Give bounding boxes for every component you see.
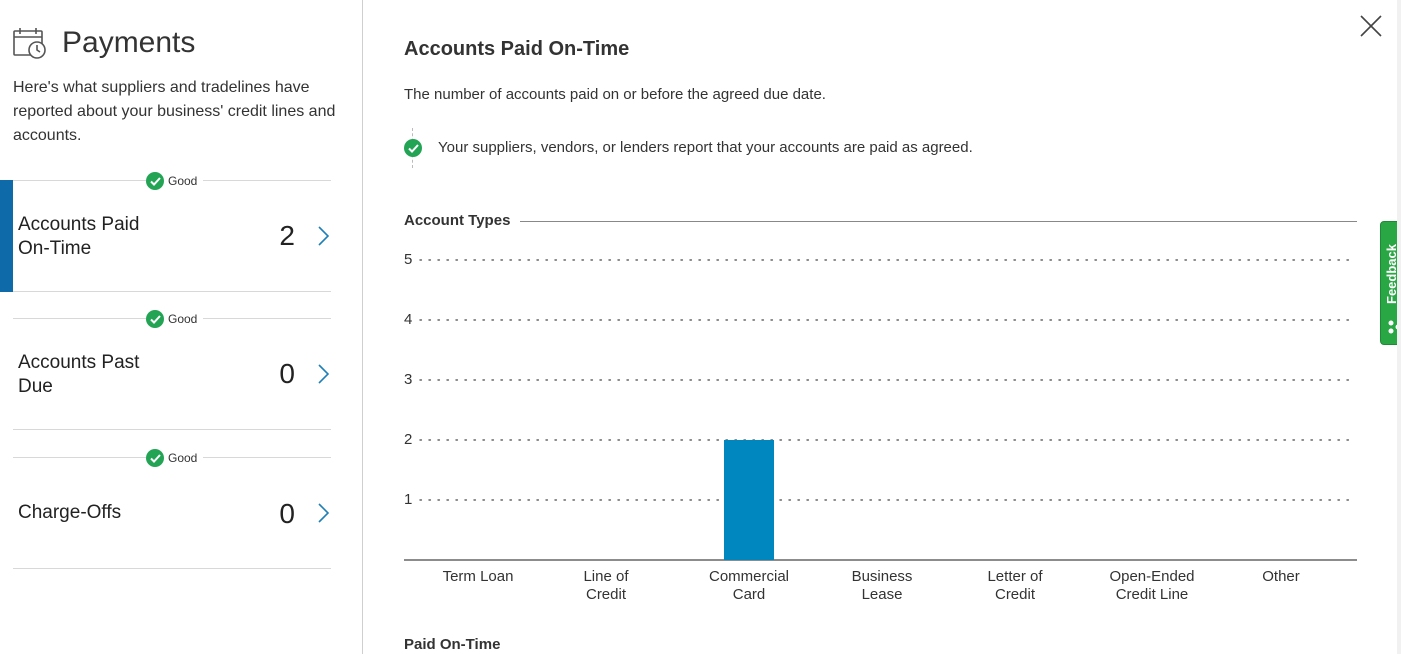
metric-count: 0 — [279, 358, 295, 389]
y-tick-label: 4 — [404, 311, 412, 328]
detail-title: Accounts Paid On-Time — [404, 38, 630, 60]
check-icon — [146, 449, 164, 467]
x-tick-label: Business — [852, 568, 913, 585]
status-badge: Good — [146, 449, 204, 467]
y-tick-label: 2 — [404, 431, 412, 448]
status-message: Your suppliers, vendors, or lenders repo… — [438, 139, 973, 156]
x-tick-label: Open-Ended — [1109, 568, 1194, 585]
y-tick-label: 1 — [404, 491, 412, 508]
metric-label: Accounts Past Due — [18, 351, 139, 399]
x-tick-label: Line of — [583, 568, 629, 585]
check-icon — [146, 172, 164, 190]
x-tick-label: Card — [733, 586, 766, 603]
metric-count: 2 — [279, 220, 295, 251]
scrollbar[interactable] — [1397, 0, 1401, 654]
page-title: Payments — [62, 26, 196, 59]
account-types-chart: 12345Term Loan Line ofCreditCommercialCar… — [404, 251, 1357, 603]
metric-label: Accounts Paid On-Time — [18, 213, 139, 261]
x-tick-label: Letter of — [987, 568, 1043, 585]
calendar-clock-icon — [13, 28, 46, 59]
divider — [13, 429, 331, 430]
x-tick-label: Credit — [995, 586, 1036, 603]
chart-title: Account Types — [404, 212, 521, 229]
metric-label-line2: Due — [18, 376, 53, 397]
active-indicator — [0, 180, 13, 292]
payments-description: Here's what suppliers and tradelines hav… — [13, 79, 336, 144]
status-label: Good — [168, 174, 198, 188]
section-rule — [514, 221, 1357, 222]
paid-on-time-heading: Paid On-Time — [404, 636, 501, 653]
metric-charge-offs[interactable]: Good Charge-Offs 0 — [0, 449, 331, 569]
metric-accounts-paid-on-time[interactable]: Good Accounts Paid On-Time 2 — [0, 172, 331, 292]
metric-label-line1: Accounts Paid — [18, 214, 140, 235]
payments-header: Payments — [12, 26, 195, 60]
x-tick-label: Credit Line — [1116, 586, 1189, 603]
y-tick-label: 5 — [404, 251, 412, 268]
x-tick-label: Lease — [862, 586, 903, 603]
x-tick-label: Credit — [586, 586, 627, 603]
status-label: Good — [168, 451, 198, 465]
chevron-right-icon[interactable] — [315, 224, 331, 248]
x-tick-label: Commercial — [709, 568, 789, 585]
chevron-right-icon[interactable] — [315, 362, 331, 386]
metric-count: 0 — [279, 498, 295, 529]
x-tick-label: Other — [1262, 568, 1300, 585]
x-tick-label: Term Loan — [443, 568, 514, 585]
check-icon — [146, 310, 164, 328]
metric-label-line1: Charge-Offs — [18, 502, 122, 523]
detail-description: The number of accounts paid on or before… — [404, 86, 826, 103]
close-icon[interactable] — [1358, 13, 1384, 39]
check-icon — [404, 139, 422, 157]
status-label: Good — [168, 312, 198, 326]
metric-label-line2: On-Time — [18, 238, 92, 259]
metric-label: Charge-Offs — [18, 501, 121, 525]
metric-accounts-past-due[interactable]: Good Accounts Past Due 0 — [0, 310, 331, 430]
divider — [13, 291, 331, 292]
bar-2 — [724, 440, 774, 560]
status-badge: Good — [146, 310, 204, 328]
y-tick-label: 3 — [404, 371, 412, 388]
divider — [13, 568, 331, 569]
payments-panel: Payments Here's what suppliers and trade… — [0, 0, 363, 654]
chevron-right-icon[interactable] — [315, 501, 331, 525]
status-badge: Good — [146, 172, 204, 190]
metric-label-line1: Accounts Past — [18, 352, 140, 373]
